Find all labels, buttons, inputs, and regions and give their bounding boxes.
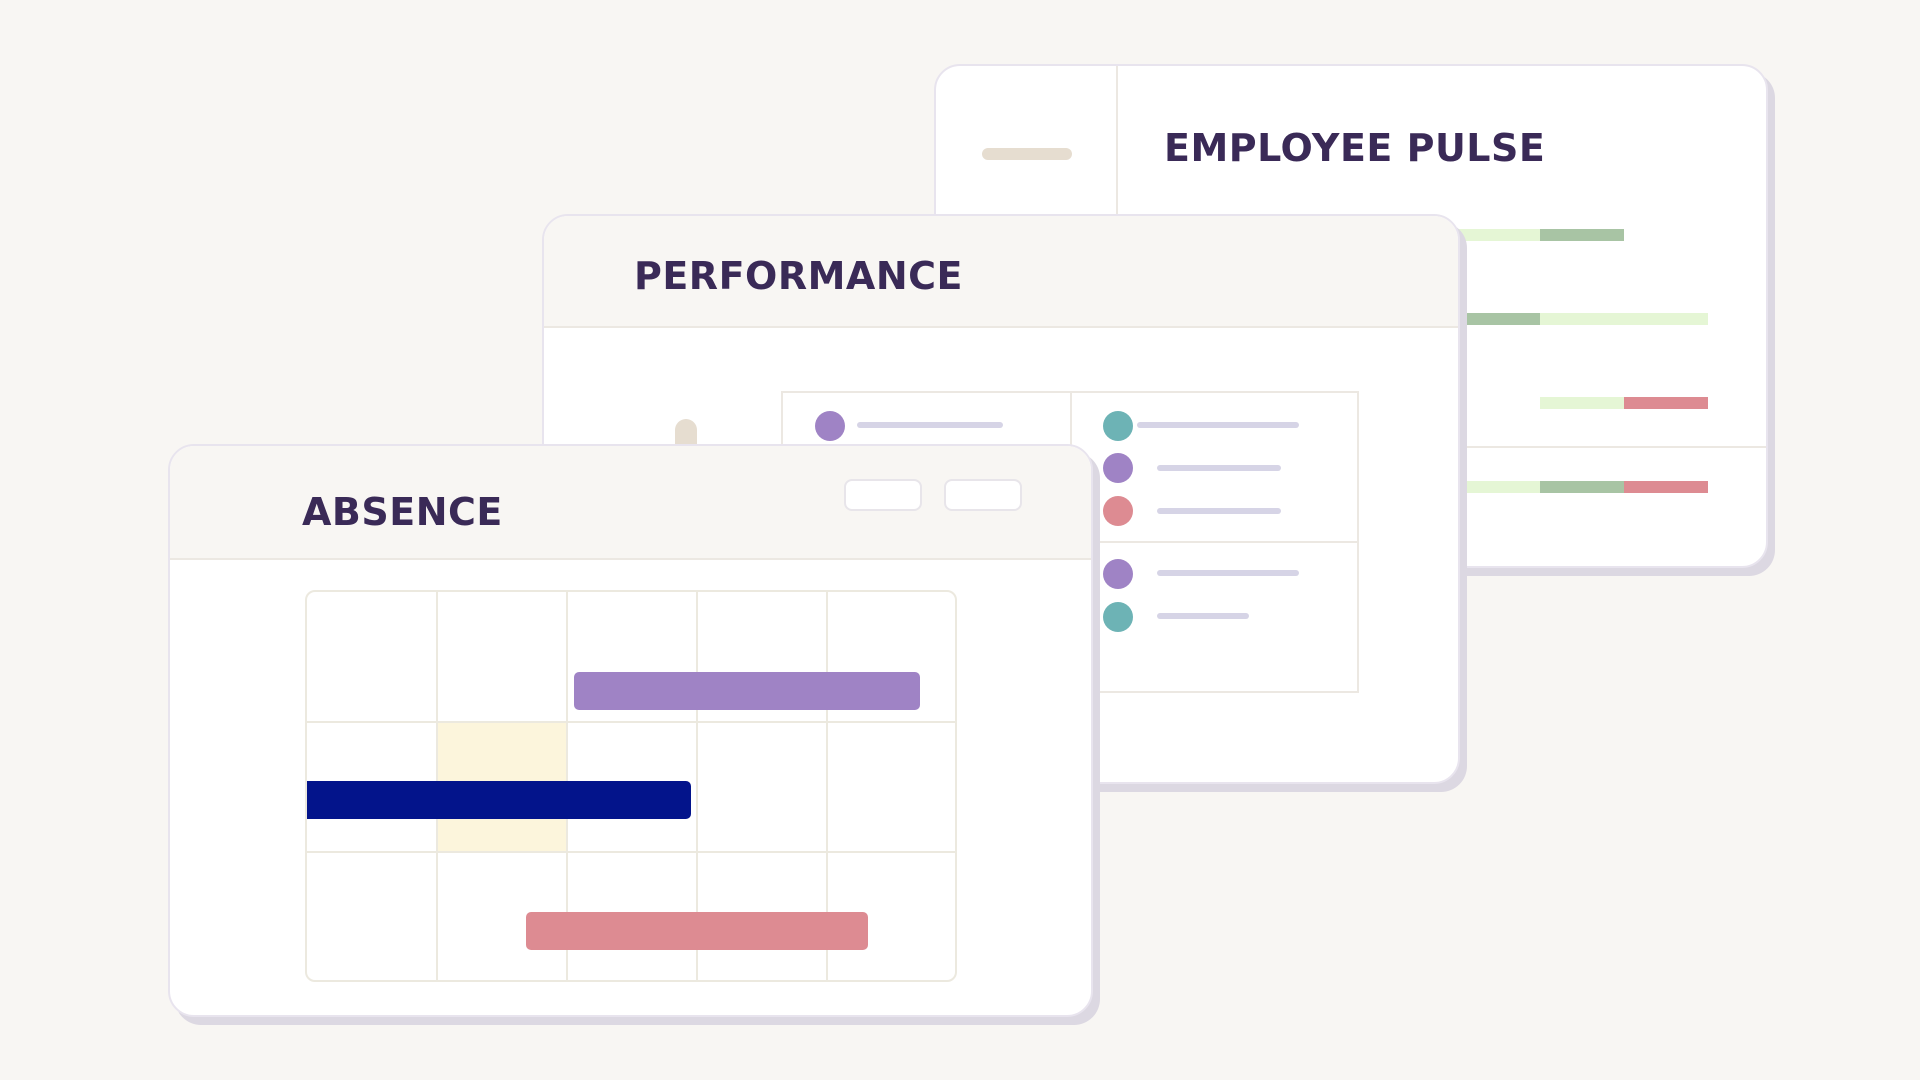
purple-dot — [1103, 453, 1133, 483]
absence-bar-purple[interactable] — [574, 672, 920, 710]
pulse-bar-sage — [1456, 313, 1540, 325]
absence-calendar-grid — [305, 590, 957, 982]
absence-card: ABSENCE — [168, 444, 1093, 1017]
pulse-bar-sage — [1540, 229, 1624, 241]
header-button-2[interactable] — [944, 479, 1022, 511]
performance-title: PERFORMANCE — [634, 254, 963, 298]
pulse-bar-light — [1540, 313, 1708, 325]
text-placeholder-line — [857, 422, 1003, 428]
text-placeholder-line — [1157, 570, 1299, 576]
header-button-1[interactable] — [844, 479, 922, 511]
text-placeholder-line — [1157, 613, 1249, 619]
pulse-bar-light — [1456, 481, 1540, 493]
text-placeholder-line — [1157, 465, 1281, 471]
text-placeholder-line — [1157, 508, 1281, 514]
grid-line — [307, 721, 955, 723]
pulse-bar-pink — [1624, 397, 1708, 409]
pulse-sidebar-handle — [982, 148, 1072, 160]
purple-dot — [815, 411, 845, 441]
absence-bar-navy[interactable] — [307, 781, 691, 819]
pulse-bar-pink — [1624, 481, 1708, 493]
text-placeholder-line — [1137, 422, 1299, 428]
pink-dot — [1103, 496, 1133, 526]
purple-dot — [1103, 559, 1133, 589]
grid-horizontal-divider — [1070, 541, 1357, 543]
grid-line — [307, 851, 955, 853]
pulse-title: EMPLOYEE PULSE — [1164, 126, 1546, 170]
pulse-divider — [1456, 446, 1766, 448]
pulse-sidebar — [936, 66, 1118, 216]
teal-dot — [1103, 411, 1133, 441]
absence-title: ABSENCE — [302, 490, 503, 534]
pulse-bar-light — [1456, 229, 1540, 241]
pulse-bar-sage — [1540, 481, 1624, 493]
teal-dot — [1103, 602, 1133, 632]
absence-bar-pink[interactable] — [526, 912, 868, 950]
pulse-bar-light — [1540, 397, 1624, 409]
